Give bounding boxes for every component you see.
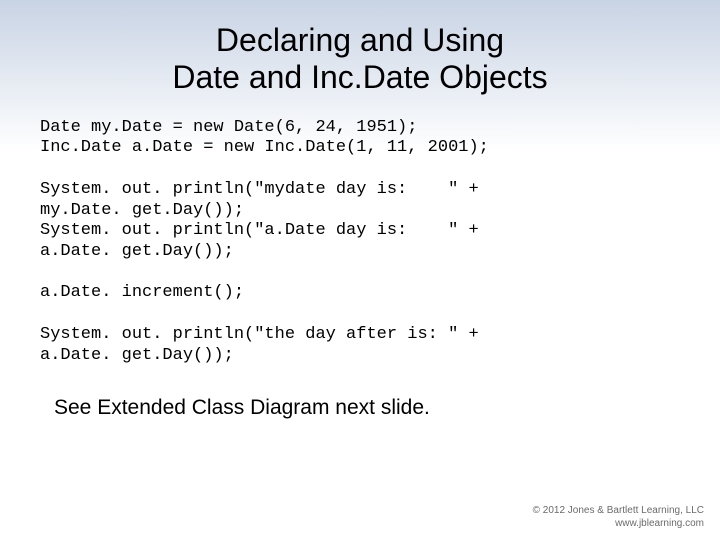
copyright-link: www.jblearning.com (533, 518, 704, 531)
slide-title: Declaring and Using Date and Inc.Date Ob… (0, 0, 720, 96)
slide: Declaring and Using Date and Inc.Date Ob… (0, 0, 720, 540)
copyright: © 2012 Jones & Bartlett Learning, LLC ww… (533, 505, 704, 530)
title-line-1: Declaring and Using (216, 22, 504, 58)
copyright-line-1: © 2012 Jones & Bartlett Learning, LLC (533, 505, 704, 518)
title-line-2: Date and Inc.Date Objects (172, 59, 547, 95)
footer-note: See Extended Class Diagram next slide. (54, 396, 720, 420)
code-block: Date my.Date = new Date(6, 24, 1951); In… (40, 118, 720, 367)
